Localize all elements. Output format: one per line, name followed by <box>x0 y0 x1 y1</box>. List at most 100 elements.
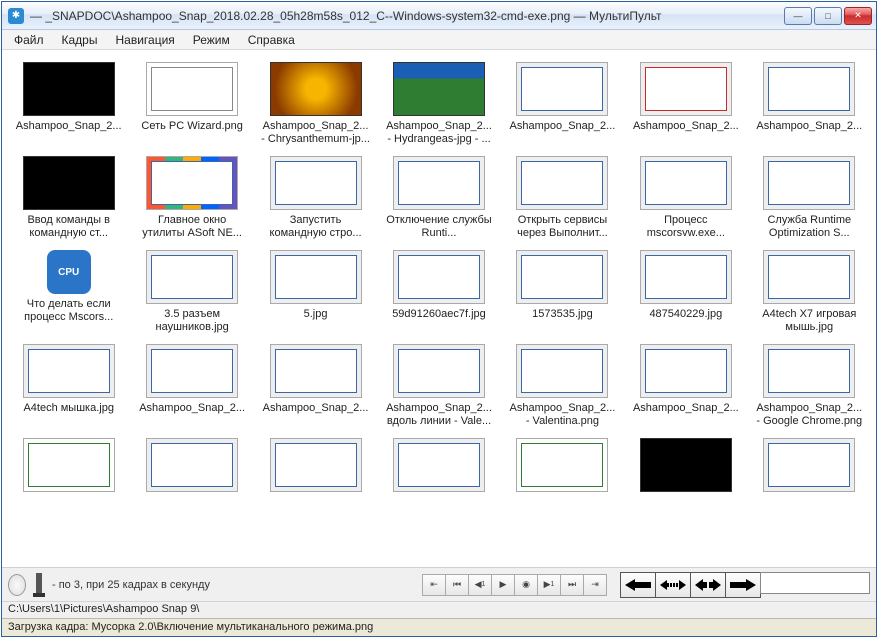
thumbnail-item[interactable]: Ashampoo_Snap_2... <box>502 60 623 148</box>
thumbnail-caption: Ashampoo_Snap_2... <box>631 402 741 415</box>
goto-end-button[interactable]: ⇥ <box>583 574 607 596</box>
thumbnail-item[interactable]: 5.jpg <box>255 248 376 336</box>
menu-navigation[interactable]: Навигация <box>107 31 182 49</box>
thumbnail-item[interactable]: Ashampoo_Snap_2... вдоль линии - Vale... <box>378 342 499 430</box>
thumbnail-item[interactable]: CPUЧто делать если процесс Mscors... <box>8 248 129 336</box>
thumbnail-item[interactable]: 59d91260aec7f.jpg <box>378 248 499 336</box>
thumbnail-item[interactable] <box>625 436 746 498</box>
thumbnail-item[interactable]: 487540229.jpg <box>625 248 746 336</box>
thumbnail-item[interactable]: A4tech мышка.jpg <box>8 342 129 430</box>
thumbnail-image <box>763 156 855 210</box>
thumbnail-image <box>146 156 238 210</box>
thumbnail-image <box>516 156 608 210</box>
thumbnail-item[interactable] <box>378 436 499 498</box>
thumbnail-caption: Главное окно утилиты ASoft NE... <box>137 214 247 240</box>
thumbnail-grid: Ashampoo_Snap_2... Сеть PC Wizard.png Asha… <box>8 60 870 498</box>
play-button[interactable]: ▶ <box>491 574 515 596</box>
thumbnail-item[interactable]: Ввод команды в командную ст... <box>8 154 129 242</box>
fast-forward-button[interactable]: ⏭ <box>560 574 584 596</box>
close-button[interactable]: ✕ <box>844 7 872 25</box>
thumbnail-item[interactable] <box>255 436 376 498</box>
stop-button[interactable]: ◉ <box>514 574 538 596</box>
rewind-button[interactable]: ⏮ <box>445 574 469 596</box>
thumbnail-image <box>393 344 485 398</box>
position-marker-icon[interactable] <box>36 573 42 597</box>
thumbnail-item[interactable]: 1573535.jpg <box>502 248 623 336</box>
thumbnail-image <box>640 250 732 304</box>
thumbnail-item[interactable]: Отключение службы Runti... <box>378 154 499 242</box>
thumbnail-caption: 5.jpg <box>261 308 371 321</box>
thumbnail-caption: Ashampoo_Snap_2... <box>137 402 247 415</box>
playback-controls: ⇤ ⏮ ◀1 ▶ ◉ ▶1 ⏭ ⇥ <box>423 574 607 596</box>
thumbnail-caption: Ashampoo_Snap_2... - Hydrangeas-jpg - ..… <box>384 120 494 146</box>
thumbnail-item[interactable]: Ashampoo_Snap_2... <box>131 342 252 430</box>
thumbnail-image <box>23 156 115 210</box>
thumbnail-caption: Ashampoo_Snap_2... - Chrysanthemum-jp... <box>261 120 371 146</box>
thumbnail-item[interactable]: Главное окно утилиты ASoft NE... <box>131 154 252 242</box>
thumbnail-grid-area[interactable]: Ashampoo_Snap_2... Сеть PC Wizard.png Asha… <box>2 50 876 568</box>
thumbnail-item[interactable] <box>749 436 870 498</box>
thumbnail-image <box>393 438 485 492</box>
thumbnail-image <box>146 62 238 116</box>
thumbnail-caption: 59d91260aec7f.jpg <box>384 308 494 321</box>
menu-mode[interactable]: Режим <box>185 31 238 49</box>
nav-field[interactable] <box>760 572 870 594</box>
thumbnail-caption: Сеть PC Wizard.png <box>137 120 247 133</box>
playback-bar: - по 3, при 25 кадрах в секунду ⇤ ⏮ ◀1 ▶… <box>2 568 876 602</box>
nav-swap-button[interactable] <box>690 572 726 598</box>
thumbnail-caption: Ashampoo_Snap_2... <box>754 120 864 133</box>
thumbnail-caption: Ashampoo_Snap_2... <box>631 120 741 133</box>
thumbnail-item[interactable]: Ashampoo_Snap_2... <box>749 60 870 148</box>
thumbnail-item[interactable]: Ashampoo_Snap_2... <box>8 60 129 148</box>
app-window: ✱ — _SNAPDOC\Ashampoo_Snap_2018.02.28_05… <box>1 1 877 637</box>
thumbnail-item[interactable]: Ashampoo_Snap_2... <box>255 342 376 430</box>
thumbnail-item[interactable] <box>8 436 129 498</box>
thumbnail-item[interactable]: Ashampoo_Snap_2... - Chrysanthemum-jp... <box>255 60 376 148</box>
thumbnail-item[interactable]: Запустить командную стро... <box>255 154 376 242</box>
step-back-button[interactable]: ◀1 <box>468 574 492 596</box>
thumbnail-item[interactable]: Ashampoo_Snap_2... - Google Chrome.png <box>749 342 870 430</box>
nav-prev-button[interactable] <box>620 572 656 598</box>
thumbnail-image <box>23 438 115 492</box>
goto-start-button[interactable]: ⇤ <box>422 574 446 596</box>
menu-file[interactable]: Файл <box>6 31 52 49</box>
thumbnail-caption: Служба Runtime Optimization S... <box>754 214 864 240</box>
thumbnail-image <box>763 438 855 492</box>
scrub-knob[interactable] <box>8 574 26 596</box>
thumbnail-item[interactable]: Ashampoo_Snap_2... <box>625 60 746 148</box>
thumbnail-item[interactable]: Ashampoo_Snap_2... - Valentina.png <box>502 342 623 430</box>
thumbnail-caption: A4tech мышка.jpg <box>14 402 124 415</box>
thumbnail-item[interactable]: Ashampoo_Snap_2... <box>625 342 746 430</box>
minimize-button[interactable]: — <box>784 7 812 25</box>
thumbnail-item[interactable]: Ashampoo_Snap_2... - Hydrangeas-jpg - ..… <box>378 60 499 148</box>
step-forward-button[interactable]: ▶1 <box>537 574 561 596</box>
nav-shuffle-button[interactable] <box>655 572 691 598</box>
thumbnail-image <box>23 344 115 398</box>
thumbnail-image <box>270 156 362 210</box>
thumbnail-image <box>763 62 855 116</box>
thumbnail-item[interactable]: Сеть PC Wizard.png <box>131 60 252 148</box>
thumbnail-image <box>516 62 608 116</box>
thumbnail-caption: Ashampoo_Snap_2... <box>14 120 124 133</box>
thumbnail-item[interactable]: 3.5 разъем наушников.jpg <box>131 248 252 336</box>
maximize-button[interactable]: □ <box>814 7 842 25</box>
thumbnail-item[interactable]: Служба Runtime Optimization S... <box>749 154 870 242</box>
thumbnail-item[interactable] <box>131 436 252 498</box>
thumbnail-image <box>270 250 362 304</box>
thumbnail-item[interactable]: Процесс mscorsvw.exe... <box>625 154 746 242</box>
path-label: C:\Users\1\Pictures\Ashampoo Snap 9\ <box>2 602 876 618</box>
menu-frames[interactable]: Кадры <box>54 31 106 49</box>
nav-next-button[interactable] <box>725 572 761 598</box>
thumbnail-image: CPU <box>47 250 91 294</box>
thumbnail-item[interactable] <box>502 436 623 498</box>
menubar: Файл Кадры Навигация Режим Справка <box>2 30 876 50</box>
app-icon: ✱ <box>8 8 24 24</box>
thumbnail-image <box>270 438 362 492</box>
thumbnail-item[interactable]: Открыть сервисы через Выполнит... <box>502 154 623 242</box>
thumbnail-image <box>23 62 115 116</box>
titlebar[interactable]: ✱ — _SNAPDOC\Ashampoo_Snap_2018.02.28_05… <box>2 2 876 30</box>
thumbnail-image <box>516 438 608 492</box>
menu-help[interactable]: Справка <box>240 31 303 49</box>
thumbnail-image <box>763 344 855 398</box>
thumbnail-item[interactable]: A4tech X7 игровая мышь.jpg <box>749 248 870 336</box>
